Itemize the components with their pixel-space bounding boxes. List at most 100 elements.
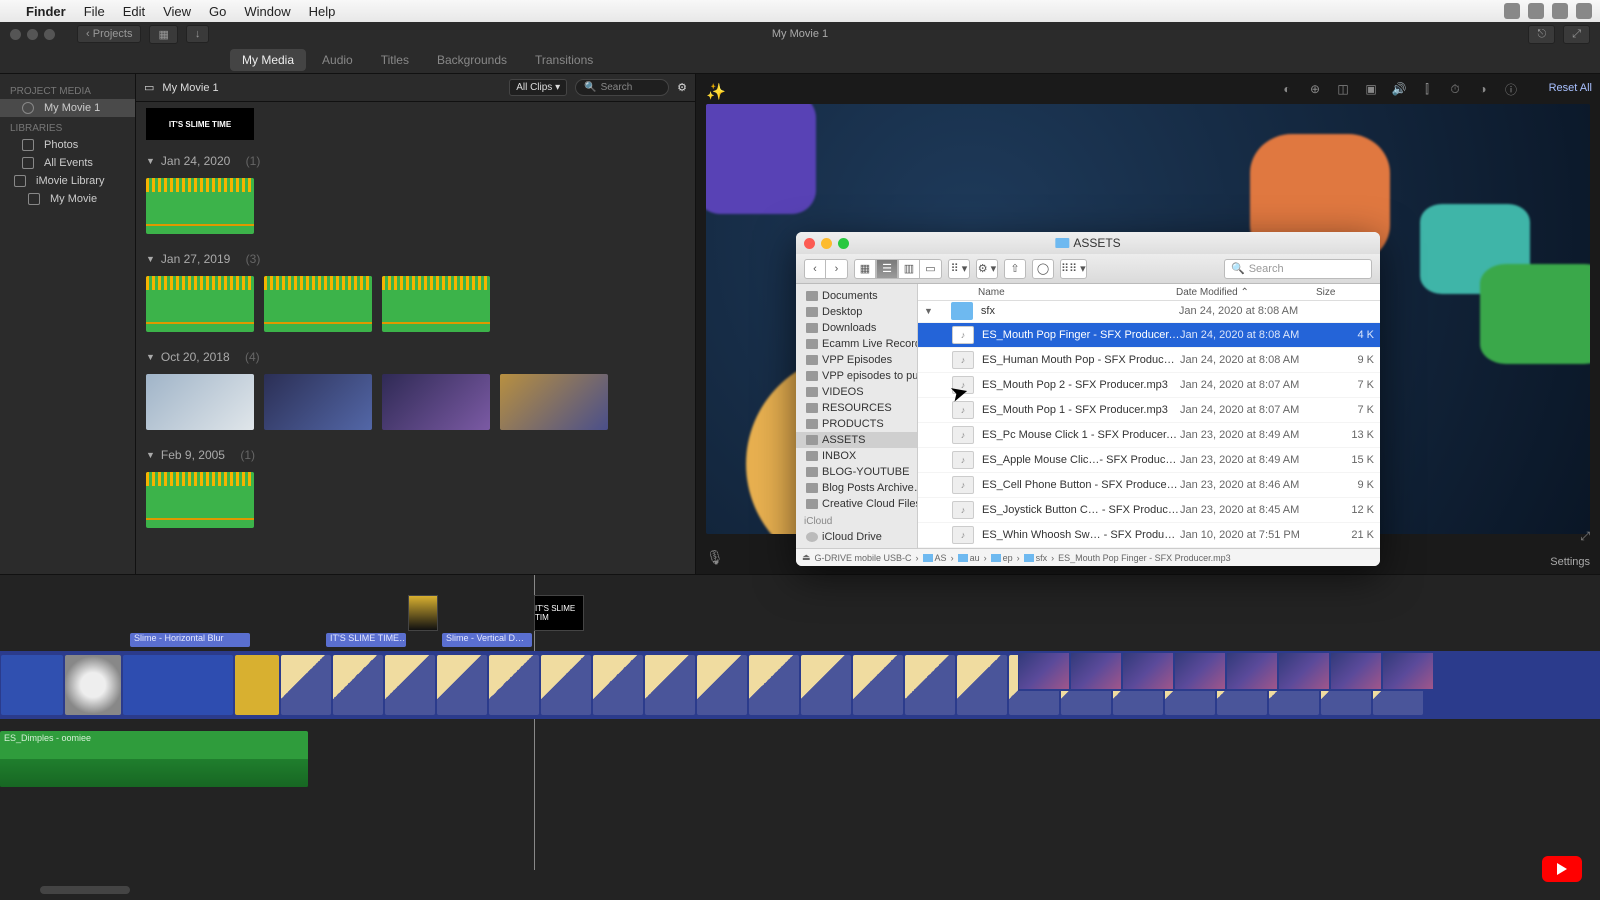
tab-backgrounds[interactable]: Backgrounds [425,49,519,71]
sidebar-item[interactable]: PRODUCTS [796,416,917,432]
minimize-icon[interactable] [27,29,38,40]
title-clip[interactable] [408,595,438,631]
menu-view[interactable]: View [163,4,191,19]
voiceover-icon[interactable]: 🎙 [706,549,724,566]
video-clip[interactable] [281,655,331,715]
settings-icon[interactable]: ⚙ [677,81,687,94]
title-clip[interactable]: IT'S SLIME TIM [534,595,584,631]
video-clip[interactable] [905,655,955,715]
menubar-status-icon[interactable] [1528,3,1544,19]
file-row[interactable]: ♪ES_Mouth Pop Finger - SFX Producer.mp3J… [918,323,1380,348]
sidebar-item[interactable]: VPP Episodes [796,352,917,368]
clip-thumbnail[interactable] [382,276,490,332]
tags-button[interactable]: ◯ [1032,259,1054,279]
color-balance-icon[interactable]: ◐ [1278,80,1296,98]
menubar-status-icon[interactable] [1576,3,1592,19]
youtube-icon[interactable] [1542,856,1582,882]
video-clip[interactable] [489,655,539,715]
projects-button[interactable]: ‹ Projects [77,25,141,43]
color-correction-icon[interactable]: ⊕ [1306,80,1324,98]
file-row[interactable]: ♪ES_Joystick Button C… - SFX Producer.mp… [918,498,1380,523]
video-clip[interactable] [593,655,643,715]
path-bar[interactable]: ⏏ G-DRIVE mobile USB-C › AS › au › ep › … [796,548,1380,566]
column-headers[interactable]: Name Date Modified ⌃ Size [918,284,1380,301]
speed-icon[interactable]: ⏱ [1446,80,1464,98]
file-row[interactable]: ♪ES_Human Mouth Pop - SFX Producer.mp3Ja… [918,348,1380,373]
crop-icon[interactable]: ◫ [1334,80,1352,98]
sidebar-item[interactable]: BLOG-YOUTUBE [796,464,917,480]
finder-search[interactable]: 🔍 Search [1224,259,1372,279]
file-row[interactable]: ♪ES_Whin Whoosh Sw… - SFX Producer.mp3Ja… [918,523,1380,548]
import-button[interactable]: ↓ [186,25,210,43]
filter-icon[interactable]: ◑ [1474,80,1492,98]
sidebar-project[interactable]: My Movie 1 [0,99,135,117]
clip-thumbnail[interactable] [146,276,254,332]
video-clip[interactable] [65,655,121,715]
fullscreen-button[interactable]: ⤢ [1563,25,1590,44]
menu-edit[interactable]: Edit [123,4,145,19]
view-list-button[interactable]: ☰ [876,259,898,279]
tab-audio[interactable]: Audio [310,49,365,71]
file-row[interactable]: ♪ES_Mouth Pop 1 - SFX Producer.mp3Jan 24… [918,398,1380,423]
finder-titlebar[interactable]: ASSETS [796,232,1380,254]
menu-file[interactable]: File [84,4,105,19]
clip-thumbnail[interactable] [146,472,254,528]
menu-window[interactable]: Window [244,4,290,19]
file-row[interactable]: ♪ES_Cell Phone Button - SFX Producer.mp3… [918,473,1380,498]
video-clip[interactable] [697,655,747,715]
file-row[interactable]: ♪ES_Mouth Pop 2 - SFX Producer.mp3Jan 24… [918,373,1380,398]
folder-row[interactable]: ▼ sfxJan 24, 2020 at 8:08 AM [918,301,1380,322]
close-icon[interactable] [10,29,21,40]
video-clip[interactable] [645,655,695,715]
zoom-icon[interactable] [838,238,849,249]
video-clip[interactable] [957,655,1007,715]
date-group-header[interactable]: ▼Oct 20, 2018 (4) [146,344,685,370]
sidebar-item[interactable]: Creative Cloud Files [796,496,917,512]
magic-wand-icon[interactable]: ✨ [706,82,726,102]
video-clip[interactable] [437,655,487,715]
tab-titles[interactable]: Titles [369,49,421,71]
video-clip[interactable] [123,655,233,715]
zoom-icon[interactable] [44,29,55,40]
view-gallery-button[interactable]: ▭ [920,259,942,279]
info-icon[interactable]: ⓘ [1502,80,1520,98]
video-clip[interactable] [1,655,63,715]
menu-go[interactable]: Go [209,4,226,19]
forward-button[interactable]: › [826,259,848,279]
view-columns-button[interactable]: ▥ [898,259,920,279]
date-group-header[interactable]: ▼Feb 9, 2005 (1) [146,442,685,468]
date-group-header[interactable]: ▼Jan 24, 2020 (1) [146,148,685,174]
clip-thumbnail[interactable]: IT'S SLIME TIME [146,108,254,140]
menu-help[interactable]: Help [309,4,336,19]
sidebar-item[interactable]: INBOX [796,448,917,464]
settings-button[interactable]: Settings [1550,556,1590,568]
video-clip[interactable] [853,655,903,715]
arrange-button[interactable]: ⠿ ▾ [948,259,970,279]
date-group-header[interactable]: ▼Jan 27, 2019 (3) [146,246,685,272]
reset-all-button[interactable]: Reset All [1549,82,1592,94]
sidebar-item-documents[interactable]: Documents [796,288,917,304]
sidebar-item[interactable]: VPP episodes to pu… [796,368,917,384]
sidebar-library[interactable]: iMovie Library [0,172,135,190]
grid-toggle-button[interactable]: ▦ [149,25,177,44]
video-clip[interactable] [385,655,435,715]
clip-thumbnail[interactable] [264,374,372,430]
sidebar-item[interactable]: VIDEOS [796,384,917,400]
clip-thumbnail[interactable] [146,178,254,234]
video-clip[interactable] [801,655,851,715]
sidebar-item[interactable]: Ecamm Live Record… [796,336,917,352]
browser-search[interactable]: 🔍 Search [575,79,669,96]
effect-clip[interactable]: Slime - Horizontal Blur [130,633,250,647]
video-clip[interactable] [541,655,591,715]
layout-toggle-icon[interactable]: ▭ [144,81,154,94]
noise-icon[interactable]: ⫿ [1418,80,1436,98]
dropdown-button[interactable]: ⠿⠿ ▾ [1060,259,1087,279]
share-button[interactable]: ⎋ [1528,25,1555,44]
menubar-status-icon[interactable] [1552,3,1568,19]
menubar-status-icon[interactable] [1504,3,1520,19]
sidebar-item-icloud[interactable]: iCloud Drive [796,529,917,545]
view-icons-button[interactable]: ▦ [854,259,876,279]
effect-clip[interactable]: IT'S SLIME TIME… [326,633,406,647]
video-clip[interactable] [749,655,799,715]
sidebar-all-events[interactable]: All Events [0,154,135,172]
